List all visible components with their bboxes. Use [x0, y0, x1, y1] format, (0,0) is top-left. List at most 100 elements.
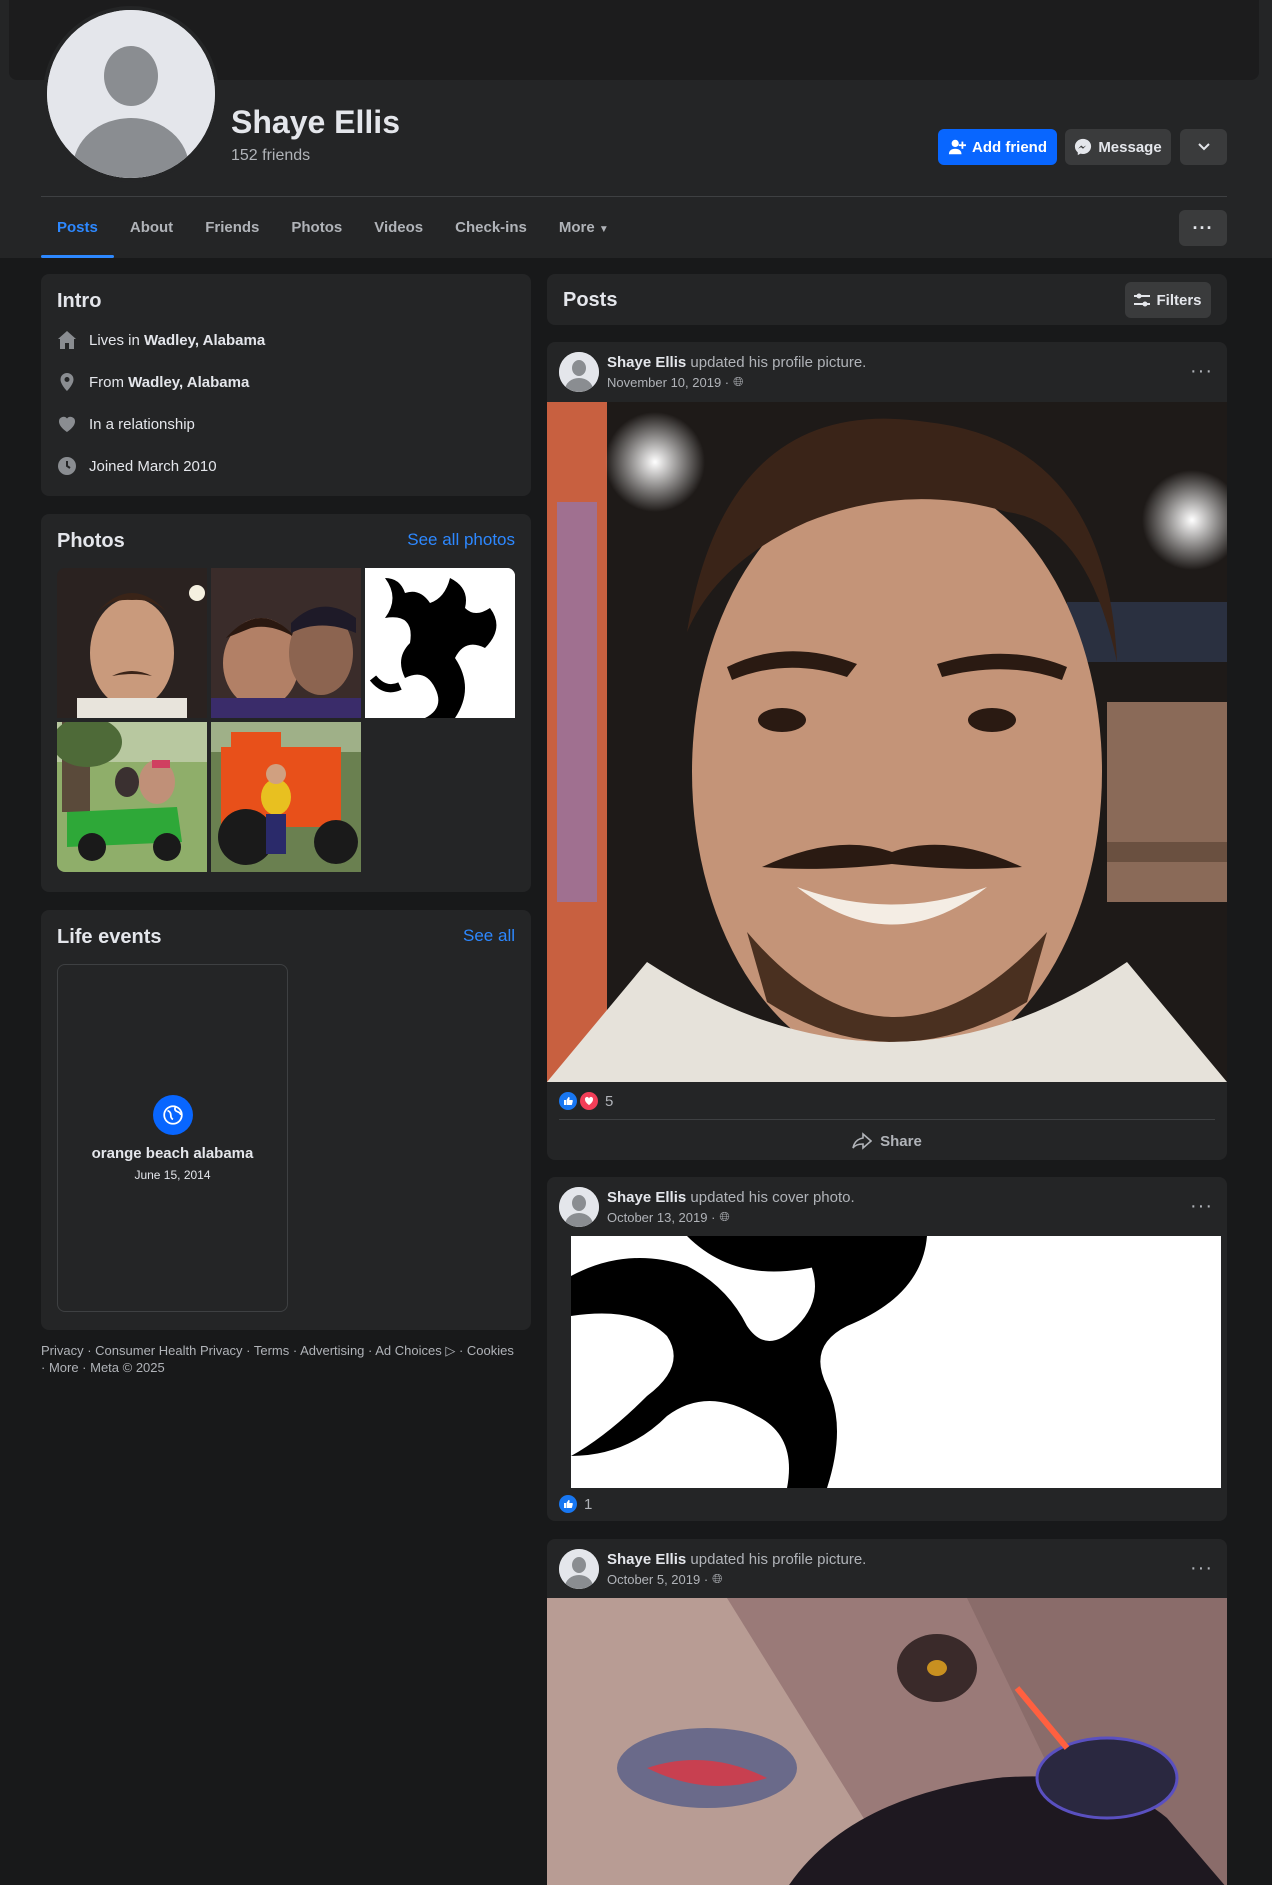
filters-icon — [1134, 293, 1151, 307]
post-options-icon[interactable]: ··· — [1190, 1195, 1213, 1218]
default-avatar-icon — [559, 352, 599, 392]
post-author-line: Shaye Ellis updated his profile picture. — [607, 354, 866, 371]
photos-title: Photos — [57, 530, 125, 552]
post-reactions[interactable]: 5 — [559, 1092, 613, 1110]
post-author-avatar[interactable] — [559, 1187, 599, 1227]
post-header: Shaye Ellis updated his profile picture.… — [559, 1549, 866, 1589]
chevron-down-icon — [1197, 143, 1210, 151]
post-meta: October 13, 2019 · 🌐︎ — [607, 1209, 855, 1225]
life-event-tile[interactable]: orange beach alabama June 15, 2014 — [57, 964, 288, 1312]
post-card: Shaye Ellis updated his profile picture.… — [547, 342, 1227, 1160]
photo-thumbnail-2[interactable] — [211, 568, 361, 718]
cover-deer-logo-image — [547, 1236, 1227, 1488]
tab-more[interactable]: More ▼ — [543, 210, 625, 258]
post-date[interactable]: November 10, 2019 · — [607, 375, 729, 390]
intro-card: Intro Lives in Wadley, Alabama From Wadl… — [41, 274, 531, 496]
tab-friends[interactable]: Friends — [189, 210, 275, 258]
post-author-name[interactable]: Shaye Ellis — [607, 1551, 686, 1568]
see-all-life-events-link[interactable]: See all — [463, 926, 515, 946]
post-author-name[interactable]: Shaye Ellis — [607, 354, 686, 371]
add-friend-icon — [948, 139, 966, 155]
photo-thumbnail-1[interactable] — [57, 568, 207, 718]
photo-thumbnail-3[interactable] — [365, 568, 515, 718]
like-icon — [559, 1092, 577, 1110]
relationship-text: In a relationship — [89, 415, 195, 433]
globe-icon: 🌐︎ — [733, 374, 744, 389]
intro-joined: Joined March 2010 — [57, 456, 217, 476]
default-avatar-icon — [559, 1187, 599, 1227]
filters-button[interactable]: Filters — [1125, 282, 1211, 318]
post-author-name[interactable]: Shaye Ellis — [607, 1189, 686, 1206]
filters-label: Filters — [1156, 291, 1202, 309]
globe-icon: 🌐︎ — [712, 1571, 723, 1586]
location-pin-icon — [60, 373, 74, 391]
share-icon — [852, 1132, 873, 1150]
profile-options-button[interactable] — [1180, 129, 1227, 165]
see-all-photos-link[interactable]: See all photos — [407, 530, 515, 550]
life-events-card: Life events See all orange beach alabama… — [41, 910, 531, 1330]
from-place[interactable]: Wadley, Alabama — [128, 374, 249, 391]
photo-thumbnail-4[interactable] — [57, 722, 207, 872]
post-author-avatar[interactable] — [559, 1549, 599, 1589]
add-friend-button[interactable]: Add friend — [938, 129, 1057, 165]
photo-deer-logo-image — [365, 568, 515, 718]
photo-couple-image — [211, 568, 361, 718]
profile-avatar[interactable] — [43, 6, 219, 182]
footer-links[interactable]: Privacy · Consumer Health Privacy · Term… — [41, 1342, 521, 1376]
post-reactions[interactable]: 1 — [559, 1495, 592, 1513]
post-options-icon[interactable]: ··· — [1190, 360, 1213, 383]
globe-icon — [152, 1094, 193, 1135]
post-image[interactable] — [547, 402, 1227, 1082]
life-events-title: Life events — [57, 926, 162, 948]
default-avatar-icon — [559, 1549, 599, 1589]
share-button[interactable]: Share — [559, 1124, 1215, 1158]
tab-photos[interactable]: Photos — [275, 210, 358, 258]
post-image[interactable] — [547, 1236, 1227, 1488]
post-card: Shaye Ellis updated his profile picture.… — [547, 1539, 1227, 1885]
lives-prefix: Lives in — [89, 331, 145, 349]
photo-selfie-image — [57, 568, 207, 718]
photo-thumbnail-5[interactable] — [211, 722, 361, 872]
photos-card: Photos See all photos — [41, 514, 531, 892]
post-card: Shaye Ellis updated his cover photo. Oct… — [547, 1177, 1227, 1521]
friends-count[interactable]: 152 friends — [231, 147, 310, 165]
selfie-photo-image — [547, 402, 1227, 1082]
posts-title: Posts — [563, 289, 618, 311]
post-author-avatar[interactable] — [559, 352, 599, 392]
tab-more-label: More — [558, 219, 595, 236]
message-button[interactable]: Message — [1065, 129, 1171, 165]
messenger-icon — [1075, 138, 1092, 156]
message-label: Message — [1098, 138, 1162, 156]
post-date[interactable]: October 13, 2019 · — [607, 1210, 715, 1225]
heart-icon — [58, 416, 76, 432]
caret-down-icon: ▼ — [598, 224, 609, 235]
from-prefix: From — [89, 373, 129, 391]
add-friend-label: Add friend — [972, 138, 1047, 156]
header-divider — [41, 196, 1227, 197]
post-divider — [559, 1119, 1215, 1120]
post-author-line: Shaye Ellis updated his profile picture. — [607, 1551, 866, 1568]
post-header: Shaye Ellis updated his cover photo. Oct… — [559, 1187, 855, 1227]
tab-check-ins[interactable]: Check-ins — [439, 210, 543, 258]
photo-tractor-orange-image — [211, 722, 361, 872]
intro-relationship: In a relationship — [57, 414, 195, 434]
post-header: Shaye Ellis updated his profile picture.… — [559, 352, 866, 392]
share-label: Share — [880, 1132, 922, 1150]
post-image[interactable] — [547, 1598, 1227, 1885]
tab-videos[interactable]: Videos — [358, 210, 439, 258]
posts-header-card: Posts Filters — [547, 274, 1227, 325]
post-action: updated his cover photo. — [690, 1189, 855, 1206]
reaction-count: 1 — [584, 1495, 593, 1513]
tabs-more-button[interactable]: ··· — [1179, 210, 1227, 246]
tab-posts[interactable]: Posts — [41, 210, 114, 258]
post-action: updated his profile picture. — [690, 1551, 867, 1568]
post-author-line: Shaye Ellis updated his cover photo. — [607, 1189, 855, 1206]
post-options-icon[interactable]: ··· — [1190, 1557, 1213, 1580]
reaction-count: 5 — [605, 1092, 614, 1110]
post-date[interactable]: October 5, 2019 · — [607, 1572, 708, 1587]
tab-about[interactable]: About — [114, 210, 189, 258]
more-dots-icon: ··· — [1192, 217, 1214, 238]
profile-tabs: Posts About Friends Photos Videos Check-… — [41, 210, 625, 258]
love-icon — [580, 1092, 598, 1110]
lives-place[interactable]: Wadley, Alabama — [144, 332, 265, 349]
